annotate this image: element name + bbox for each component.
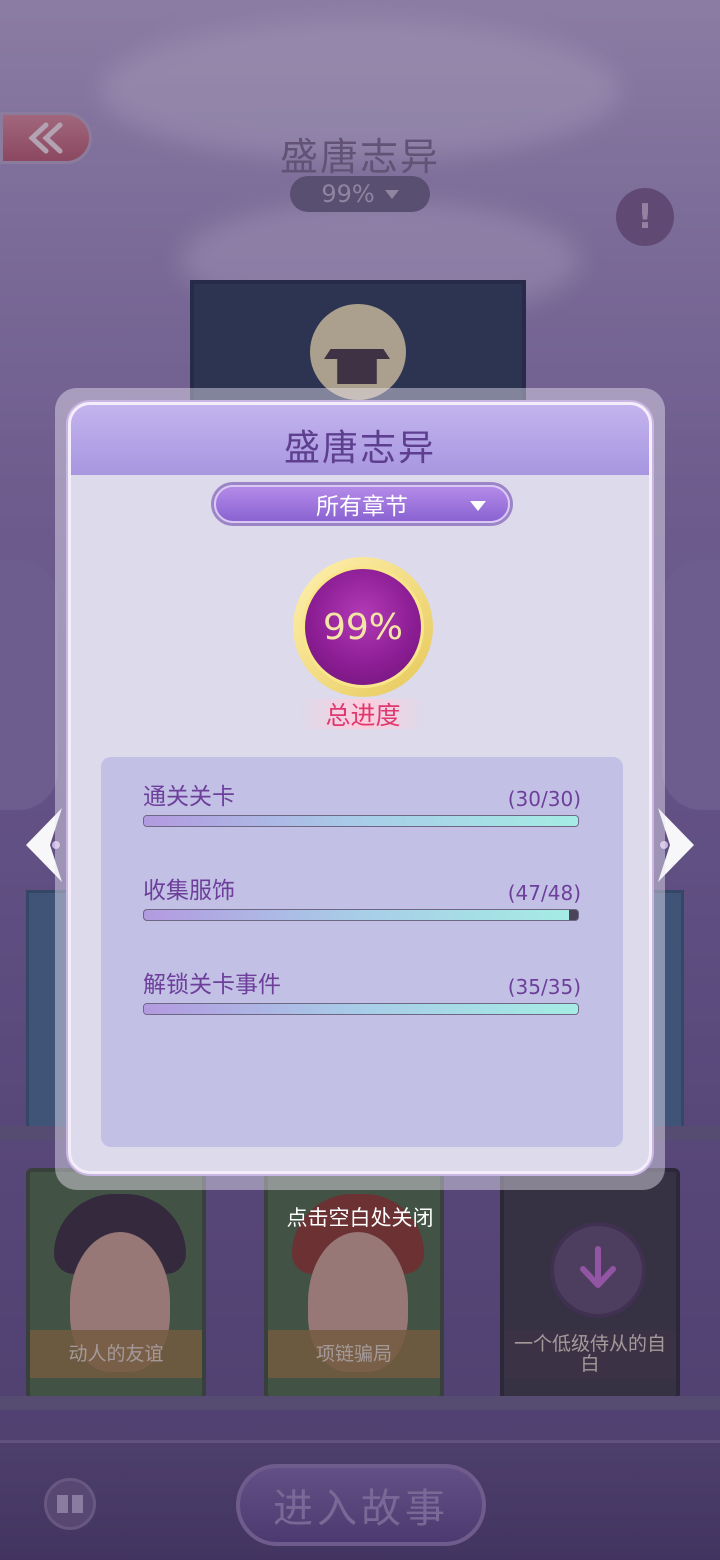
stat-progress-bar xyxy=(143,815,579,827)
chevron-down-icon xyxy=(470,501,486,511)
chapter-select[interactable]: 所有章节 xyxy=(214,485,510,523)
stat-row: 通关关卡 (30/30) xyxy=(143,777,581,827)
chapter-select-label: 所有章节 xyxy=(316,494,408,520)
stat-count: (47/48) xyxy=(507,881,581,905)
total-progress-ring: 99% xyxy=(293,557,433,697)
stat-progress-fill xyxy=(144,816,578,826)
stats-panel: 通关关卡 (30/30) 收集服饰 (47/48) 解锁关卡事件 (35/35) xyxy=(101,757,623,1147)
stat-name: 收集服饰 xyxy=(143,878,235,904)
total-progress-label: 总进度 xyxy=(299,699,427,730)
close-hint: 点击空白处关闭 xyxy=(286,1206,434,1230)
stat-count: (35/35) xyxy=(507,975,581,999)
stat-progress-fill xyxy=(144,1004,578,1014)
progress-modal: 盛唐志异 所有章节 99% 总进度 通关关卡 (30/30) 收集服饰 (47/… xyxy=(68,402,652,1174)
stat-name: 通关关卡 xyxy=(143,784,235,810)
modal-title: 盛唐志异 xyxy=(283,428,436,469)
stat-progress-bar xyxy=(143,1003,579,1015)
stat-count: (30/30) xyxy=(507,787,581,811)
stat-name: 解锁关卡事件 xyxy=(143,972,281,998)
stat-row: 收集服饰 (47/48) xyxy=(143,871,581,921)
total-progress-value: 99% xyxy=(302,566,424,688)
stat-row: 解锁关卡事件 (35/35) xyxy=(143,965,581,1015)
stat-progress-fill xyxy=(144,910,569,920)
stat-progress-bar xyxy=(143,909,579,921)
